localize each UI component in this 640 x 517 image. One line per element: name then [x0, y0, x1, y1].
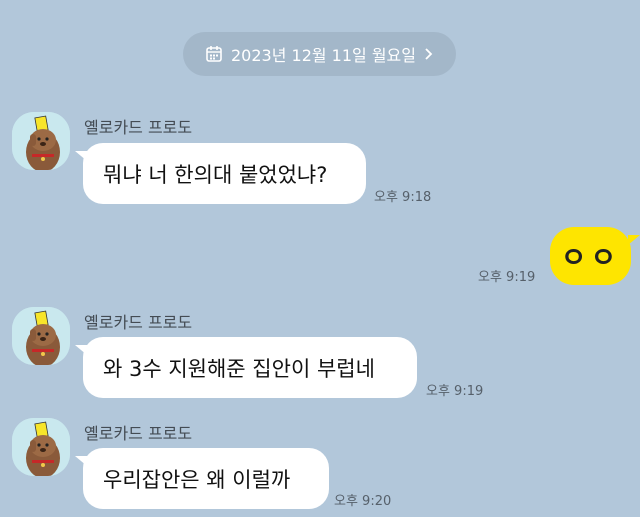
sender-name: 옐로카드 프로도 [84, 313, 193, 332]
date-separator[interactable]: 2023년 12월 11일 월요일 [183, 32, 456, 76]
date-label: 2023년 12월 11일 월요일 [230, 46, 416, 65]
message-time: 오후 9:18 [374, 190, 432, 205]
message-time: 오후 9:19 [426, 384, 484, 399]
sender-name: 옐로카드 프로도 [84, 118, 193, 137]
calendar-icon [205, 45, 223, 63]
message-time: 오후 9:20 [334, 494, 392, 509]
message-text: ㅇㅇ [560, 241, 621, 274]
message-bubble[interactable]: 우리잡안은 왜 이럴까 [75, 448, 329, 509]
avatar[interactable] [12, 418, 70, 476]
chevron-right-icon [424, 47, 434, 61]
avatar[interactable] [12, 307, 70, 365]
message-text: 와 3수 지원해준 집안이 부럽네 [103, 356, 375, 381]
message-bubble[interactable]: 뭐냐 너 한의대 붙었었냐? [75, 143, 366, 204]
message-text: 우리잡안은 왜 이럴까 [103, 467, 291, 492]
message-time: 오후 9:19 [478, 270, 536, 285]
sender-name: 옐로카드 프로도 [84, 424, 193, 443]
message-text: 뭐냐 너 한의대 붙었었냐? [103, 162, 328, 187]
my-message-bubble[interactable]: ㅇㅇ [550, 227, 640, 285]
message-bubble[interactable]: 와 3수 지원해준 집안이 부럽네 [75, 337, 417, 398]
avatar[interactable] [12, 112, 70, 170]
